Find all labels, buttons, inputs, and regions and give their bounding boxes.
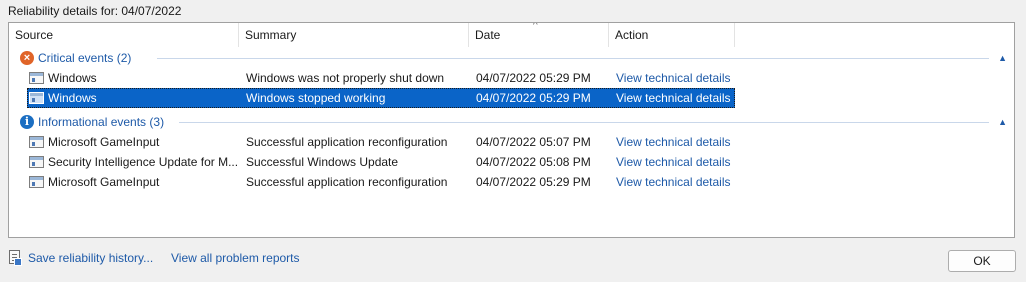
table-row[interactable]: Security Intelligence Update for M... Su… xyxy=(27,152,735,172)
chevron-up-icon[interactable]: ▲ xyxy=(998,49,1007,67)
table-row[interactable]: Microsoft GameInput Successful applicati… xyxy=(27,172,735,192)
view-technical-details-link[interactable]: View technical details xyxy=(616,68,734,88)
row-summary: Successful application reconfiguration xyxy=(246,135,448,149)
group-critical-events[interactable]: × Critical events (2) ▲ xyxy=(9,48,1014,68)
group-divider xyxy=(157,58,989,59)
window-app-icon xyxy=(29,136,44,148)
group-informational-events[interactable]: i Informational events (3) ▲ xyxy=(9,112,1014,132)
window-app-icon xyxy=(29,92,44,104)
save-document-icon xyxy=(9,250,22,266)
column-date[interactable]: Date xyxy=(469,23,609,47)
view-all-problem-reports-link[interactable]: View all problem reports xyxy=(171,251,300,265)
reliability-details-window: Reliability details for: 04/07/2022 Sour… xyxy=(0,0,1026,282)
window-app-icon xyxy=(29,176,44,188)
row-source: Windows xyxy=(48,71,97,85)
footer-bar: Save reliability history... View all pro… xyxy=(0,240,1026,282)
row-date: 04/07/2022 05:08 PM xyxy=(476,155,591,169)
events-list-panel[interactable]: Source Summary Date ^ Action × Critical … xyxy=(8,22,1015,238)
window-app-icon xyxy=(29,156,44,168)
row-summary: Successful Windows Update xyxy=(246,155,399,169)
row-summary: Windows stopped working xyxy=(246,91,386,105)
group-divider xyxy=(179,122,989,123)
table-row-selected[interactable]: Windows Windows stopped working 04/07/20… xyxy=(27,88,735,108)
row-date: 04/07/2022 05:29 PM xyxy=(476,71,591,85)
row-source: Microsoft GameInput xyxy=(48,175,160,189)
group-label[interactable]: Critical events (2) xyxy=(38,48,131,68)
info-icon: i xyxy=(20,115,34,129)
view-technical-details-link[interactable]: View technical details xyxy=(616,132,734,152)
column-summary[interactable]: Summary xyxy=(239,23,469,47)
row-date: 04/07/2022 05:07 PM xyxy=(476,135,591,149)
ok-button[interactable]: OK xyxy=(948,250,1016,272)
row-source: Windows xyxy=(48,91,97,105)
page-title: Reliability details for: 04/07/2022 xyxy=(8,4,182,18)
group-label[interactable]: Informational events (3) xyxy=(38,112,164,132)
row-date: 04/07/2022 05:29 PM xyxy=(476,175,591,189)
row-summary: Successful application reconfiguration xyxy=(246,175,448,189)
chevron-up-icon[interactable]: ▲ xyxy=(998,113,1007,131)
window-app-icon xyxy=(29,72,44,84)
column-source[interactable]: Source xyxy=(9,23,239,47)
table-row[interactable]: Windows Windows was not properly shut do… xyxy=(27,68,735,88)
save-reliability-history-link[interactable]: Save reliability history... xyxy=(28,251,153,265)
row-source: Security Intelligence Update for M... xyxy=(48,155,238,169)
error-icon: × xyxy=(20,51,34,65)
column-action[interactable]: Action xyxy=(609,23,735,47)
column-header: Source Summary Date ^ Action xyxy=(9,23,1014,47)
table-row[interactable]: Microsoft GameInput Successful applicati… xyxy=(27,132,735,152)
row-date: 04/07/2022 05:29 PM xyxy=(476,91,591,105)
sort-ascending-icon: ^ xyxy=(533,22,538,31)
view-technical-details-link[interactable]: View technical details xyxy=(616,172,734,192)
view-technical-details-link[interactable]: View technical details xyxy=(616,88,734,108)
row-summary: Windows was not properly shut down xyxy=(246,71,445,85)
view-technical-details-link[interactable]: View technical details xyxy=(616,152,734,172)
row-source: Microsoft GameInput xyxy=(48,135,160,149)
